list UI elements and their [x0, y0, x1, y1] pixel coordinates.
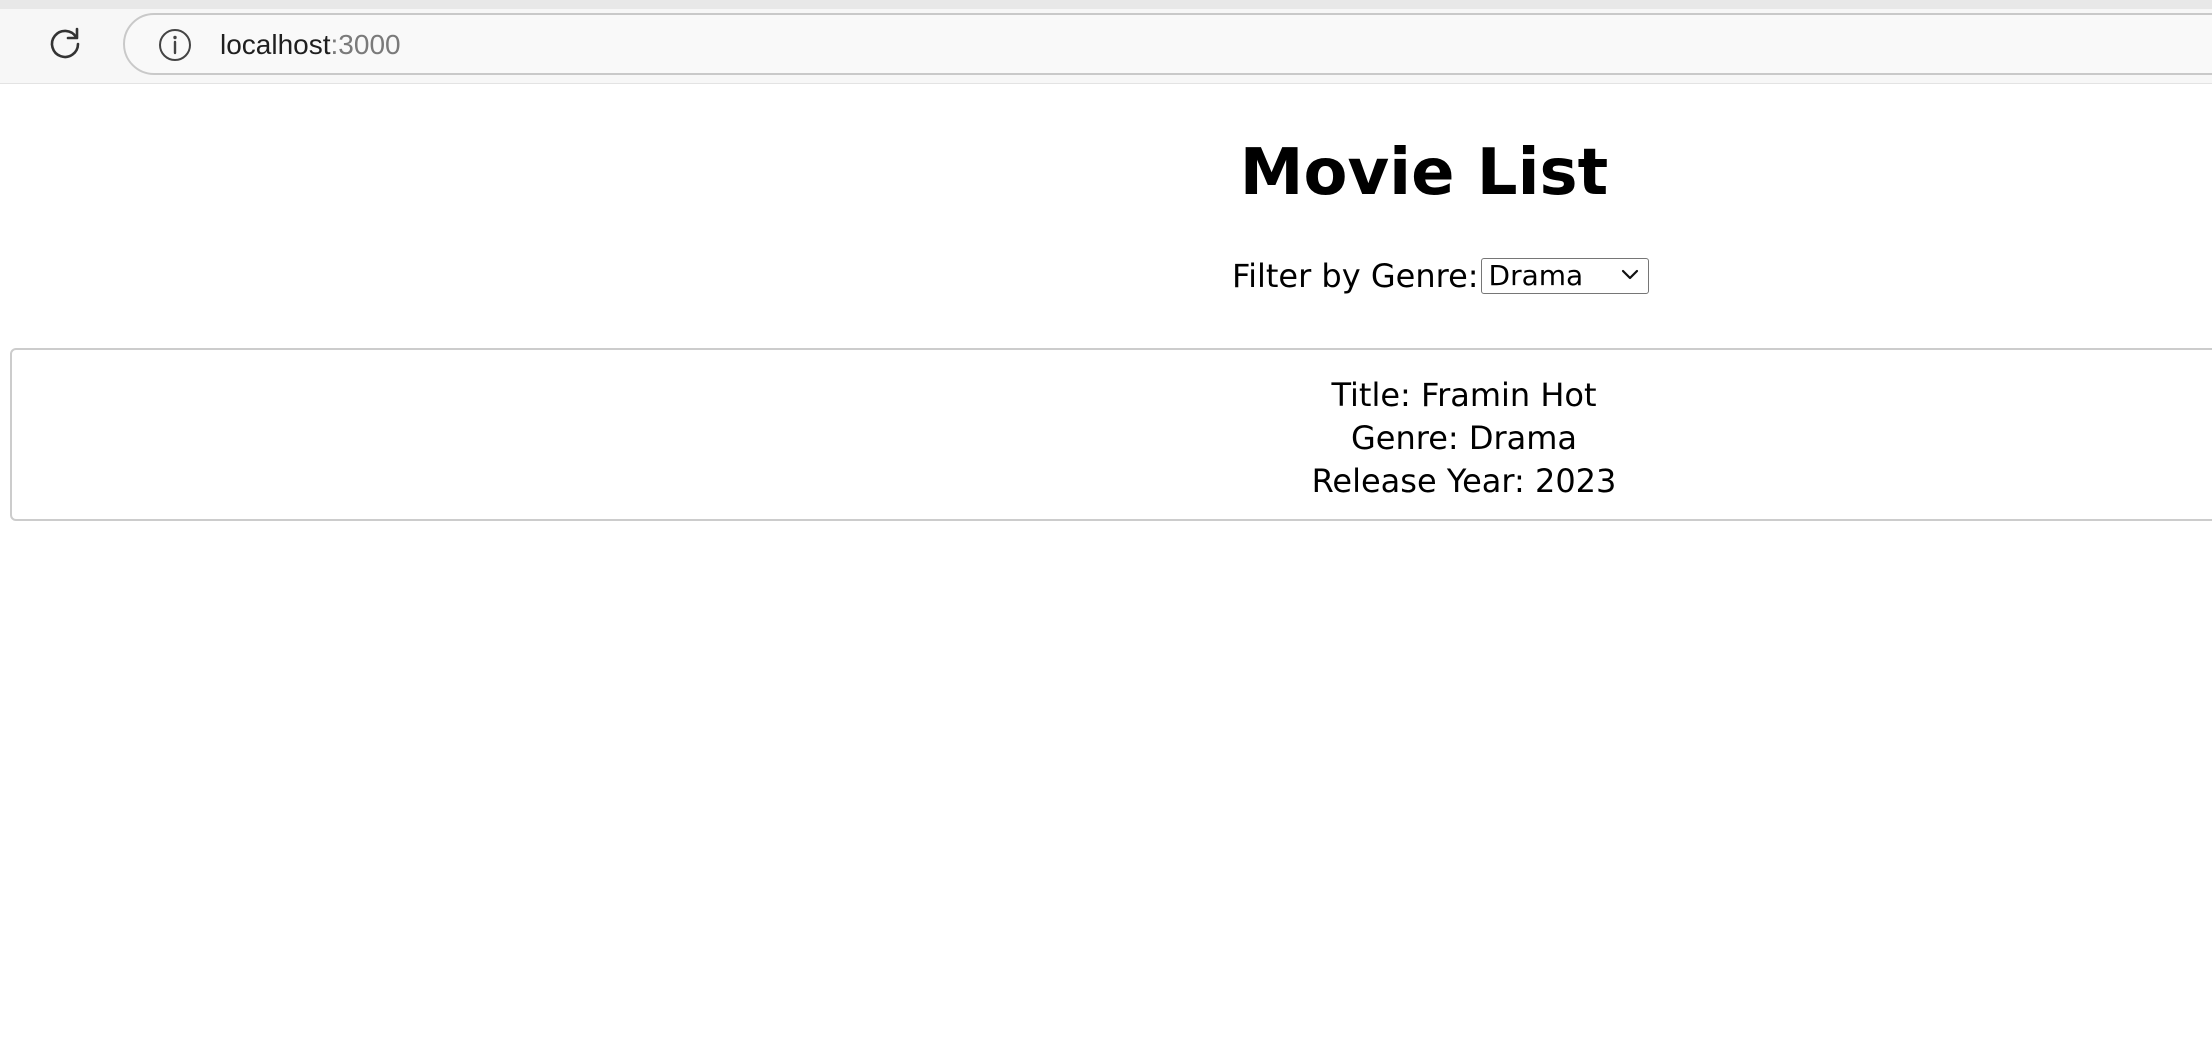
movie-genre: Genre: Drama [1350, 419, 1578, 457]
genre-select-value: Drama [1488, 259, 1584, 292]
movie-release-year: Release Year: 2023 [1311, 462, 1617, 500]
movie-card: Title: Framin Hot Genre: Drama Release Y… [10, 348, 2212, 521]
window-top-edge [0, 0, 2212, 9]
chevron-down-icon [1621, 269, 1638, 280]
reload-button[interactable] [38, 20, 92, 68]
url-host: localhost [220, 29, 331, 60]
genre-filter: Filter by Genre: Drama [1232, 256, 1649, 296]
url-port: :3000 [330, 29, 401, 60]
address-bar[interactable]: localhost:3000 [123, 13, 2212, 75]
movie-title: Title: Framin Hot [1331, 376, 1597, 414]
browser-toolbar: localhost:3000 [0, 0, 2212, 84]
genre-select[interactable]: Drama [1480, 258, 1649, 294]
reload-icon [50, 27, 80, 59]
filter-label: Filter by Genre: [1232, 257, 1479, 295]
info-icon [159, 29, 191, 61]
url-text[interactable]: localhost:3000 [220, 28, 401, 62]
site-info-button[interactable] [158, 28, 192, 62]
page-title: Movie List [1239, 136, 1609, 210]
